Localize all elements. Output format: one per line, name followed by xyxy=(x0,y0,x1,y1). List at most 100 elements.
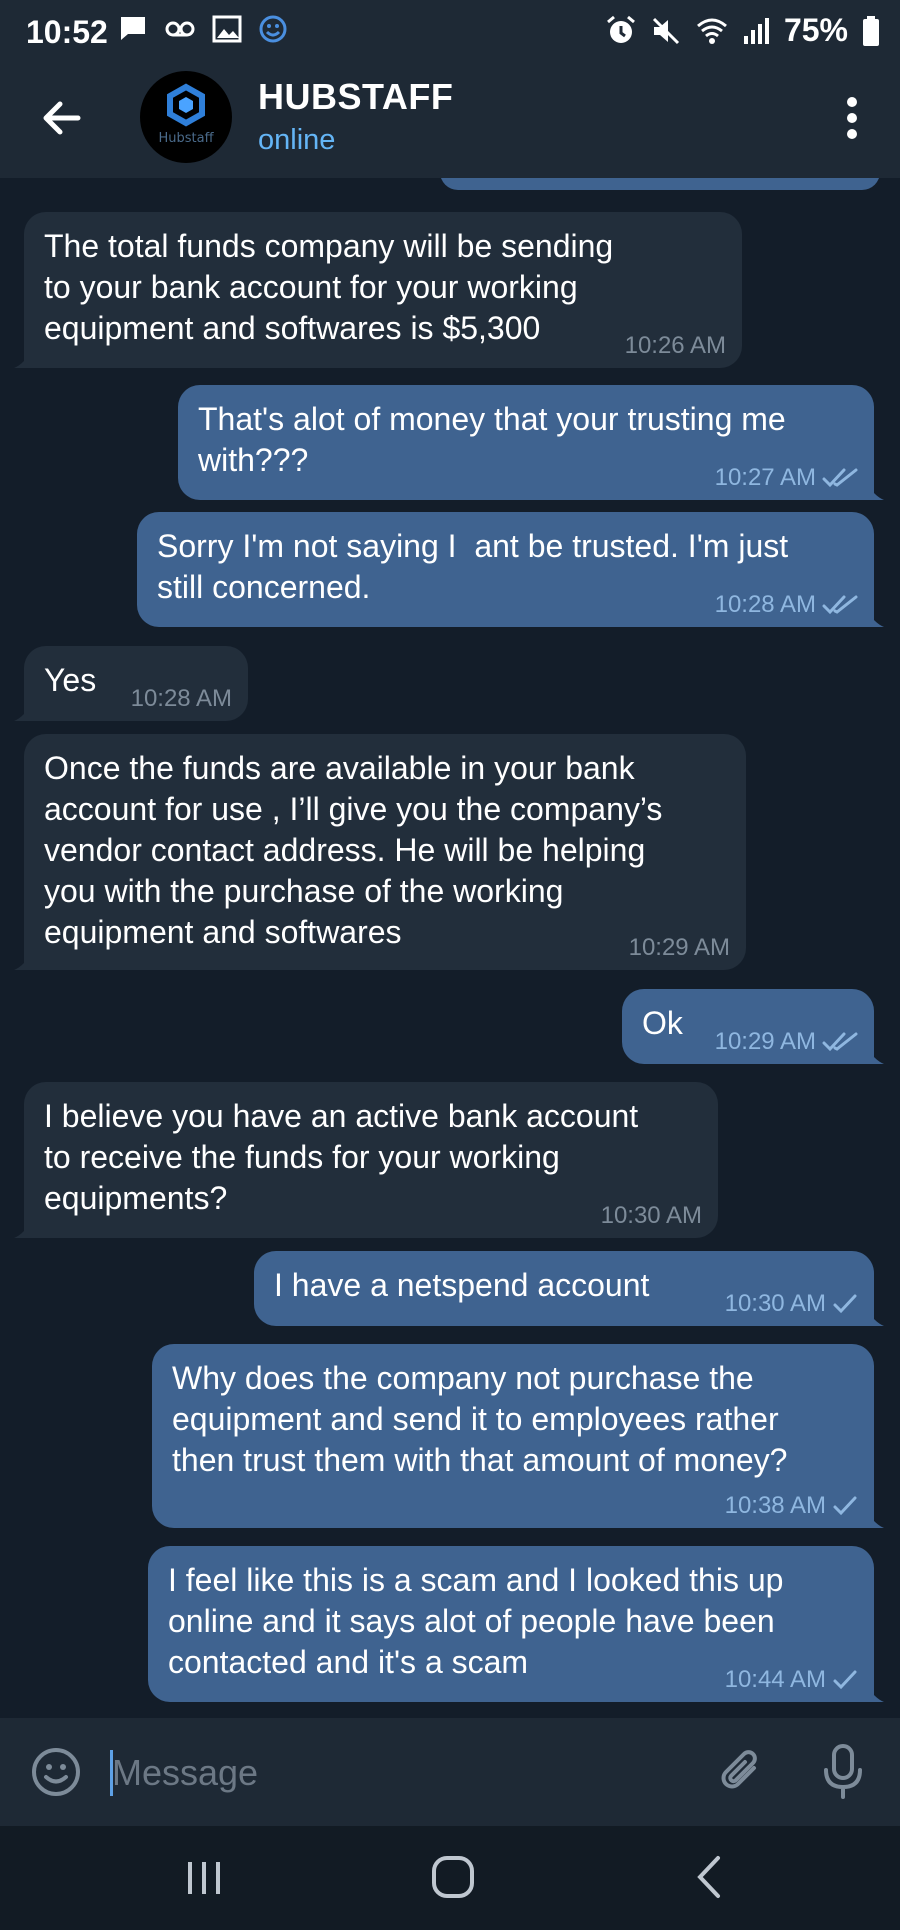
bubble-tail xyxy=(14,952,32,970)
bubble-tail xyxy=(866,482,884,500)
contact-name[interactable]: HUBSTAFF xyxy=(258,76,453,118)
attach-icon[interactable] xyxy=(716,1744,768,1800)
message-text: Why does the company not purchase the equ… xyxy=(172,1358,787,1481)
sent-check-icon xyxy=(833,1496,857,1516)
voicemail-icon xyxy=(165,21,195,37)
message-meta: 10:27 AM xyxy=(715,464,858,492)
message-input[interactable]: Message xyxy=(112,1752,258,1794)
bubble-tail xyxy=(14,1220,32,1238)
message-line: account for use , I’ll give you the comp… xyxy=(44,791,663,827)
outgoing-message[interactable]: Ok 10:29 AM xyxy=(622,989,884,1064)
chat-header: Hubstaff HUBSTAFF online xyxy=(0,60,900,178)
bubble-tail xyxy=(14,703,32,721)
message-time: 10:30 AM xyxy=(724,1290,826,1317)
message-line: to receive the funds for your working xyxy=(44,1139,560,1175)
avatar[interactable]: Hubstaff xyxy=(140,71,232,163)
message-line: online and it says alot of people have b… xyxy=(168,1603,775,1639)
message-time: 10:38 AM xyxy=(724,1492,826,1519)
bubble-tail xyxy=(866,609,884,627)
message-line: Ok xyxy=(642,1005,683,1041)
message-meta: 10:38 AM xyxy=(725,1492,858,1520)
message-line: Why does the company not purchase the xyxy=(172,1360,754,1396)
status-time: 10:52 xyxy=(26,14,108,50)
message-line: The total funds company will be sending xyxy=(44,228,614,264)
chat-notification-icon xyxy=(121,17,145,40)
message-meta: 10:28 AM xyxy=(131,685,232,713)
recent-apps-icon[interactable] xyxy=(182,1858,226,1898)
message-time: 10:29 AM xyxy=(714,1028,816,1055)
message-line: with??? xyxy=(198,442,309,478)
back-arrow-icon[interactable] xyxy=(34,90,90,146)
message-line: equipments? xyxy=(44,1180,228,1216)
message-line: vendor contact address. He will be helpi… xyxy=(44,832,646,868)
message-line: then trust them with that amount of mone… xyxy=(172,1442,788,1478)
status-right-icons: 75% xyxy=(606,12,880,49)
outgoing-message[interactable]: Why does the company not purchase the equ… xyxy=(152,1344,884,1528)
alarm-icon xyxy=(606,15,635,43)
message-line: equipment and softwares is $5,300 xyxy=(44,310,541,346)
outgoing-message[interactable]: Sorry I'm not saying I ant be trusted. I… xyxy=(137,512,884,627)
message-text: I have a netspend account xyxy=(274,1265,649,1306)
message-text: Once the funds are available in your ban… xyxy=(44,748,662,953)
message-line: I have a netspend account xyxy=(274,1267,650,1303)
message-input-bar: Message xyxy=(0,1718,900,1826)
message-time: 10:44 AM xyxy=(724,1666,826,1693)
avatar-brand-text: Hubstaff xyxy=(158,131,214,146)
message-line: Yes xyxy=(44,662,97,698)
message-meta: 10:30 AM xyxy=(601,1202,702,1230)
message-text: I believe you have an active bank accoun… xyxy=(44,1096,638,1219)
message-meta: 10:28 AM xyxy=(715,591,858,619)
system-navigation-bar xyxy=(0,1826,900,1930)
message-text: Yes xyxy=(44,660,96,701)
message-line: contacted and it's a scam xyxy=(168,1644,529,1680)
bubble-tail xyxy=(14,350,32,368)
incoming-message[interactable]: The total funds company will be sending t… xyxy=(14,212,742,368)
message-line: That's alot of money that your trusting … xyxy=(198,401,786,437)
message-list[interactable]: The total funds company will be sending t… xyxy=(0,178,900,1718)
message-line: to your bank account for your working xyxy=(44,269,578,305)
read-double-check-icon xyxy=(822,1032,858,1052)
contact-status: online xyxy=(258,124,336,156)
message-meta: 10:26 AM xyxy=(625,332,726,360)
message-time: 10:26 AM xyxy=(624,332,726,359)
incoming-message[interactable]: Yes 10:28 AM xyxy=(14,646,248,721)
message-line: I believe you have an active bank accoun… xyxy=(44,1098,639,1134)
message-line: still concerned. xyxy=(157,569,371,605)
more-options-icon[interactable] xyxy=(832,90,872,146)
message-line: you with the purchase of the working xyxy=(44,873,564,909)
hubstaff-logo-icon xyxy=(167,83,205,127)
read-double-check-icon xyxy=(822,595,858,615)
incoming-message[interactable]: I believe you have an active bank accoun… xyxy=(14,1082,718,1238)
message-line: I feel like this is a scam and I looked … xyxy=(168,1562,784,1598)
bubble-tail xyxy=(866,1684,884,1702)
status-bar: 10:52 75% xyxy=(0,0,900,60)
bubble-tail xyxy=(866,1308,884,1326)
message-meta: 10:30 AM xyxy=(725,1290,858,1318)
incoming-message[interactable]: Once the funds are available in your ban… xyxy=(14,734,746,970)
message-text: That's alot of money that your trusting … xyxy=(198,399,786,481)
wifi-icon xyxy=(696,18,727,44)
status-left-icons xyxy=(118,14,288,44)
message-text: Ok xyxy=(642,1003,683,1044)
bubble-tail xyxy=(866,1046,884,1064)
emoji-button-icon[interactable] xyxy=(30,1746,82,1798)
emoji-icon xyxy=(259,15,287,43)
message-meta: 10:44 AM xyxy=(725,1666,858,1694)
nav-back-icon[interactable] xyxy=(690,1854,726,1900)
microphone-icon[interactable] xyxy=(818,1742,868,1802)
message-text: Sorry I'm not saying I ant be trusted. I… xyxy=(157,526,788,608)
battery-icon xyxy=(863,15,879,46)
outgoing-message[interactable]: I have a netspend account 10:30 AM xyxy=(254,1251,884,1326)
mute-icon xyxy=(652,17,680,44)
message-time: 10:28 AM xyxy=(714,591,816,618)
sent-check-icon xyxy=(833,1294,857,1314)
message-line: Sorry I'm not saying I ant be trusted. I… xyxy=(157,528,789,564)
outgoing-message[interactable]: I feel like this is a scam and I looked … xyxy=(148,1546,884,1702)
message-time: 10:27 AM xyxy=(714,464,816,491)
message-line: equipment and softwares xyxy=(44,914,402,950)
home-icon[interactable] xyxy=(430,1854,476,1900)
message-line: equipment and send it to employees rathe… xyxy=(172,1401,779,1437)
outgoing-message[interactable]: That's alot of money that your trusting … xyxy=(178,385,884,500)
message-time: 10:29 AM xyxy=(628,934,730,961)
sent-check-icon xyxy=(833,1670,857,1690)
